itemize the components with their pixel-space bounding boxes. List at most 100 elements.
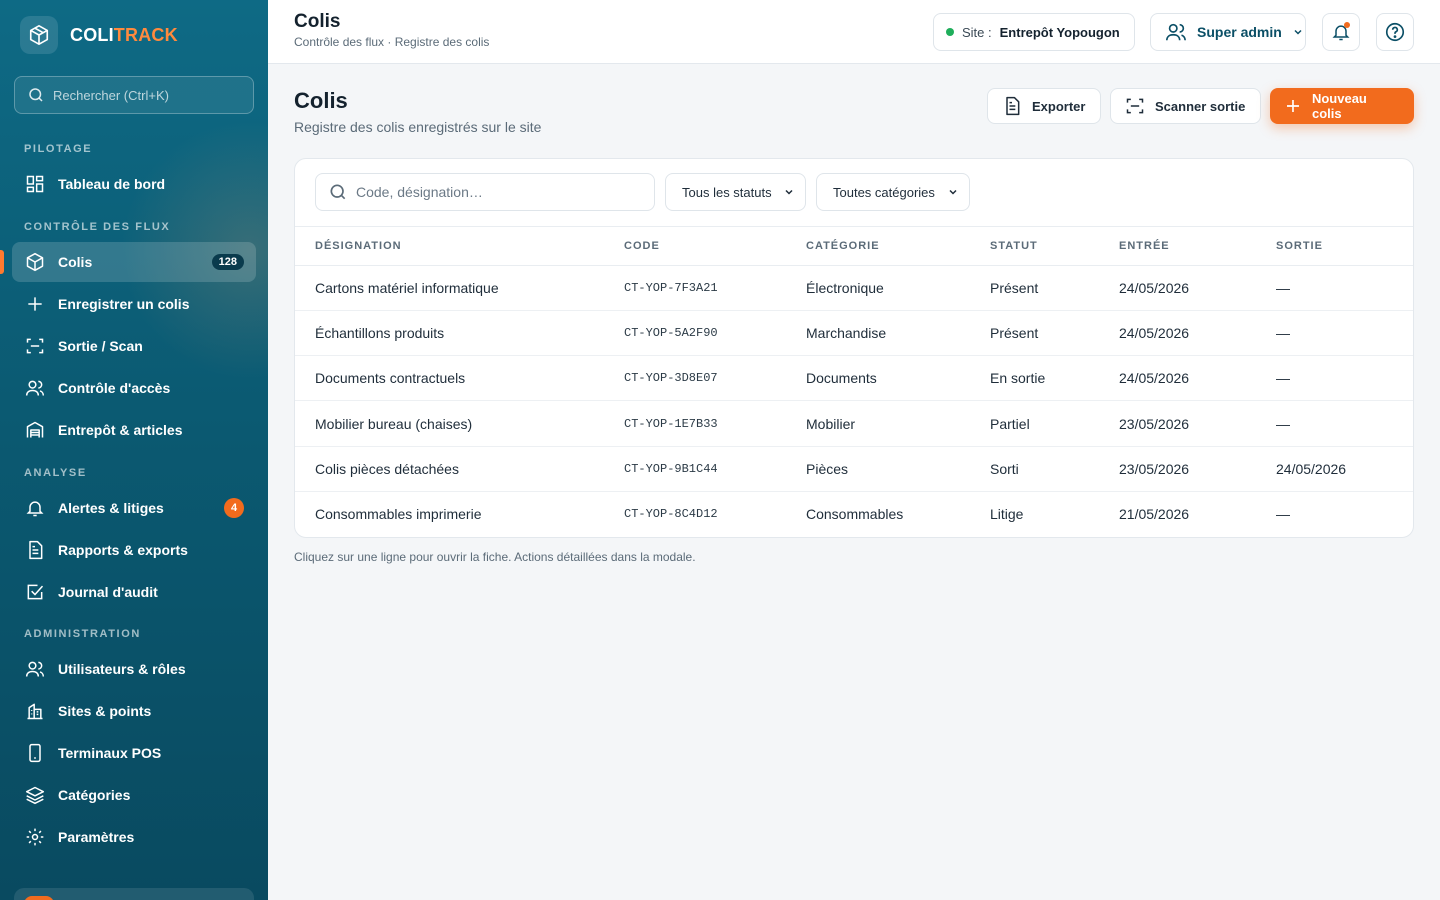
sidebar-item-label: Rapports & exports <box>58 542 188 558</box>
site-selector[interactable]: Site : Entrepôt Yopougon <box>933 13 1135 51</box>
cell-code: CT-YOP-3D8E07 <box>624 371 718 385</box>
notification-dot <box>1344 22 1350 28</box>
plus-icon <box>1286 100 1299 112</box>
status-dot-icon <box>946 28 954 36</box>
column-header-entree[interactable]: ENTRÉE <box>1119 240 1170 252</box>
layers-icon <box>24 784 46 806</box>
topbar: Colis Contrôle des flux · Registre des c… <box>268 0 1440 64</box>
column-header-code[interactable]: CODE <box>624 240 660 252</box>
sidebar-item-label: Paramètres <box>58 829 135 845</box>
table-row[interactable]: Colis pièces détachées CT-YOP-9B1C44 Piè… <box>295 447 1413 492</box>
table-row[interactable]: Échantillons produits CT-YOP-5A2F90 Marc… <box>295 311 1413 356</box>
sidebar-item-dashboard[interactable]: Tableau de bord <box>12 164 256 204</box>
site-value: Entrepôt Yopougon <box>999 24 1120 40</box>
cell-designation: Échantillons produits <box>315 325 445 341</box>
user-menu-button[interactable]: Super admin <box>1150 13 1306 51</box>
alert-badge: 4 <box>224 498 244 518</box>
user-label: Super admin <box>1197 24 1282 40</box>
device-icon <box>24 742 46 764</box>
sidebar-search[interactable] <box>14 76 254 114</box>
plus-icon <box>24 293 46 315</box>
table-row[interactable]: Consommables imprimerie CT-YOP-8C4D12 Co… <box>295 492 1413 537</box>
cell-statut: Sorti <box>990 461 1019 477</box>
cell-entree: 23/05/2026 <box>1119 416 1190 432</box>
chevron-down-icon <box>785 189 793 195</box>
table-row[interactable]: Documents contractuels CT-YOP-3D8E07 Doc… <box>295 356 1413 401</box>
cell-designation: Documents contractuels <box>315 370 466 386</box>
category-filter-select[interactable]: Toutes catégories <box>816 173 970 211</box>
cell-sortie: — <box>1276 325 1290 341</box>
brand-name: COLITRACK <box>70 25 178 46</box>
column-header-sortie[interactable]: SORTIE <box>1276 240 1323 252</box>
sidebar-item-enregistrer[interactable]: Enregistrer un colis <box>12 284 256 324</box>
section-title-controle: CONTRÔLE DES FLUX <box>24 221 171 233</box>
new-package-button[interactable]: Nouveau colis <box>1270 88 1414 124</box>
sidebar-item-label: Tableau de bord <box>58 176 166 192</box>
sidebar-item-label: Colis <box>58 254 93 270</box>
chevron-down-icon <box>1294 29 1302 35</box>
cell-entree: 24/05/2026 <box>1119 325 1190 341</box>
sidebar-item-sites[interactable]: Sites & points <box>12 691 256 731</box>
scan-icon <box>24 335 46 357</box>
sidebar-item-journal[interactable]: Journal d'audit <box>12 572 256 612</box>
cell-designation: Mobilier bureau (chaises) <box>315 416 473 432</box>
status-filter-value: Tous les statuts <box>682 184 772 200</box>
sidebar-item-label: Journal d'audit <box>58 584 158 600</box>
packages-table-card: Tous les statuts Toutes catégories DÉSIG… <box>294 158 1414 538</box>
cell-sortie: — <box>1276 370 1290 386</box>
users-icon <box>1166 23 1186 41</box>
brand[interactable]: COLITRACK <box>20 16 178 54</box>
column-header-statut[interactable]: STATUT <box>990 240 1038 252</box>
cell-entree: 24/05/2026 <box>1119 280 1190 296</box>
table-row[interactable]: Mobilier bureau (chaises) CT-YOP-1E7B33 … <box>295 402 1413 447</box>
sidebar-item-label: Catégories <box>58 787 131 803</box>
table-search-input[interactable] <box>356 184 646 200</box>
sidebar-item-rapports[interactable]: Rapports & exports <box>12 530 256 570</box>
cell-entree: 23/05/2026 <box>1119 461 1190 477</box>
users-icon <box>24 658 46 680</box>
cell-categorie: Électronique <box>806 280 884 296</box>
package-icon <box>24 251 46 273</box>
sidebar-item-acces[interactable]: Contrôle d'accès <box>12 368 256 408</box>
column-header-categorie[interactable]: CATÉGORIE <box>806 240 880 252</box>
breadcrumb: Contrôle des flux · Registre des colis <box>294 35 490 49</box>
cell-sortie: — <box>1276 506 1290 522</box>
sidebar-item-sortie[interactable]: Sortie / Scan <box>12 326 256 366</box>
sidebar-item-parametres[interactable]: Paramètres <box>12 817 256 857</box>
cell-categorie: Consommables <box>806 506 904 522</box>
status-filter-select[interactable]: Tous les statuts <box>665 173 806 211</box>
users-icon <box>24 377 46 399</box>
table-search[interactable] <box>315 173 655 211</box>
help-icon <box>1385 22 1405 42</box>
column-header-designation[interactable]: DÉSIGNATION <box>315 240 402 252</box>
page-title: Colis <box>294 11 341 32</box>
cell-categorie: Documents <box>806 370 877 386</box>
cell-designation: Consommables imprimerie <box>315 506 482 522</box>
table-row[interactable]: Cartons matériel informatique CT-YOP-7F3… <box>295 266 1413 311</box>
help-button[interactable] <box>1376 13 1414 51</box>
scan-exit-button[interactable]: Scanner sortie <box>1110 88 1261 124</box>
sidebar-item-categories[interactable]: Catégories <box>12 775 256 815</box>
cell-categorie: Mobilier <box>806 416 856 432</box>
sidebar-item-terminaux[interactable]: Terminaux POS <box>12 733 256 773</box>
sidebar-item-label: Enregistrer un colis <box>58 296 190 312</box>
category-filter-value: Toutes catégories <box>833 184 935 200</box>
export-label: Exporter <box>1032 98 1086 114</box>
main-subtitle: Registre des colis enregistrés sur le si… <box>294 119 542 135</box>
cell-code: CT-YOP-8C4D12 <box>624 507 718 521</box>
dashboard-icon <box>24 173 46 195</box>
notifications-button[interactable] <box>1322 13 1360 51</box>
sidebar-item-label: Sites & points <box>58 703 152 719</box>
user-card[interactable] <box>14 888 254 900</box>
sidebar-item-entrepot[interactable]: Entrepôt & articles <box>12 410 256 450</box>
sidebar-item-utilisateurs[interactable]: Utilisateurs & rôles <box>12 649 256 689</box>
sidebar-item-colis[interactable]: Colis 128 <box>12 242 256 282</box>
cell-code: CT-YOP-5A2F90 <box>624 326 718 340</box>
cell-entree: 21/05/2026 <box>1119 506 1190 522</box>
bell-icon <box>24 497 46 519</box>
sidebar-search-input[interactable] <box>53 87 243 103</box>
section-title-administration: ADMINISTRATION <box>24 628 141 640</box>
export-button[interactable]: Exporter <box>987 88 1101 124</box>
sidebar-item-alertes[interactable]: Alertes & litiges 4 <box>12 488 256 528</box>
building-icon <box>24 700 46 722</box>
